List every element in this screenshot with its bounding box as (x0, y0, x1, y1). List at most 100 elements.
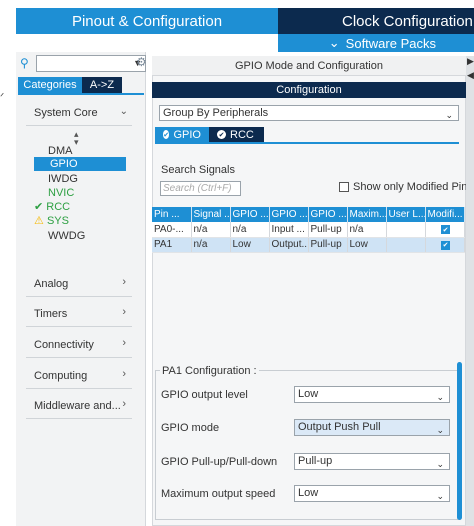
chevron-down-icon: ⌄ (445, 110, 453, 120)
category-label: Timers (34, 307, 68, 320)
group-by-value: Group By Peripherals (163, 107, 269, 119)
category-label: Computing (34, 369, 88, 382)
chevron-right-icon: › (122, 398, 126, 410)
gpio-pin-table: Pin ... Signal ... GPIO ... GPIO ... GPI… (152, 207, 465, 253)
category-label: Middleware and... (34, 399, 121, 412)
column-header-user-label[interactable]: User L... (386, 207, 426, 222)
config-scrollbar[interactable] (457, 362, 462, 520)
peripheral-search-row: ⚲ ▼ ⚙ (18, 55, 147, 73)
checkbox[interactable] (339, 182, 349, 192)
category-label: System Core (34, 106, 98, 119)
table-cell: Pull-up (308, 222, 348, 238)
table-cell: Input ... (269, 222, 309, 238)
tab-label: GPIO (173, 128, 201, 141)
peripheral-label: SYS (46, 215, 69, 227)
tab-a-to-z[interactable]: A->Z (82, 77, 122, 93)
peripheral-label: RCC (46, 201, 71, 213)
modified-checkbox[interactable]: ✔ (441, 240, 450, 250)
tab-pinout-configuration[interactable]: Pinout & Configuration (16, 8, 278, 34)
chevron-down-icon: ⌄ (436, 425, 444, 435)
column-header-signal[interactable]: Signal ... (191, 207, 231, 222)
table-cell: Low (230, 237, 270, 253)
column-header-max-speed[interactable]: Maxim... (347, 207, 387, 222)
modified-checkbox[interactable]: ✔ (441, 225, 450, 235)
peripheral-search-input[interactable]: ▼ (36, 55, 146, 72)
configuration-header: Configuration (152, 82, 466, 98)
tab-gpio[interactable]: ✔ GPIO (155, 127, 209, 142)
gpio-mode-select[interactable]: Output Push Pull ⌄ (294, 419, 450, 436)
column-header-modified[interactable]: Modifi... (425, 207, 465, 222)
chevron-down-icon: ⌄ (328, 35, 340, 50)
table-cell: ✔ (425, 237, 465, 253)
chevron-right-icon: › (122, 337, 126, 349)
search-icon[interactable]: ⚲ (20, 56, 29, 70)
chevron-down-icon: ⌄ (436, 459, 444, 469)
gpio-output-level-label: GPIO output level (161, 389, 248, 401)
column-header-gpio-pull[interactable]: GPIO ... (308, 207, 348, 222)
checkbox-label: Show only Modified Pins (353, 181, 473, 193)
table-row[interactable]: PA1 n/a Low Output... Pull-up Low ✔ (152, 237, 465, 253)
gear-icon[interactable]: ⚙ (136, 55, 147, 69)
software-packs-label: Software Packs (345, 35, 436, 51)
table-header-row: Pin ... Signal ... GPIO ... GPIO ... GPI… (152, 207, 465, 222)
chevron-down-icon: ⌄ (436, 392, 444, 402)
peripheral-item-sys[interactable]: ⚠ SYS (34, 214, 69, 228)
edge-mark: ᐟ (0, 92, 5, 103)
group-by-select[interactable]: Group By Peripherals ⌄ (159, 105, 459, 121)
select-value: Low (298, 487, 319, 499)
tab-label: RCC (230, 128, 254, 141)
select-value: Low (298, 388, 319, 400)
max-output-speed-label: Maximum output speed (161, 488, 276, 500)
subtab-underline (155, 142, 459, 144)
max-output-speed-select[interactable]: Low ⌄ (294, 485, 450, 502)
table-cell (386, 237, 426, 253)
chevron-right-icon: › (122, 306, 126, 318)
config-subtabs: ✔ GPIO ✔ RCC (155, 127, 264, 142)
expand-right-icon[interactable]: ▶ (467, 56, 474, 67)
table-cell: Pull-up (308, 237, 348, 253)
show-modified-checkbox[interactable]: Show only Modified Pins (339, 181, 473, 193)
category-connectivity[interactable]: Connectivity › (26, 332, 132, 358)
signal-search-input[interactable]: Search (Ctrl+F) (160, 181, 241, 196)
sort-icon[interactable]: ▴ ▾ (74, 130, 79, 147)
gpio-output-level-select[interactable]: Low ⌄ (294, 386, 450, 403)
peripheral-item-gpio[interactable]: GPIO (34, 157, 126, 171)
table-cell: n/a (191, 237, 231, 253)
category-analog[interactable]: Analog › (26, 271, 132, 297)
category-timers[interactable]: Timers › (26, 301, 132, 327)
table-cell: ✔ (425, 222, 465, 238)
category-label: Analog (34, 277, 69, 290)
peripheral-item-wwdg[interactable]: WWDG (48, 229, 85, 243)
panel-title: GPIO Mode and Configuration (152, 56, 466, 76)
check-circle-icon: ✔ (217, 130, 226, 139)
table-cell: PA1 (152, 237, 192, 253)
tab-clock-configuration[interactable]: Clock Configuration (278, 8, 474, 34)
chevron-down-icon: ⌄ (436, 491, 444, 501)
checkmark-icon: ✔ (34, 201, 44, 213)
column-header-gpio-output-level[interactable]: GPIO ... (230, 207, 270, 222)
collapse-left-icon[interactable]: ◀ (467, 70, 474, 81)
table-cell: Low (347, 237, 387, 253)
chevron-right-icon: › (122, 276, 126, 288)
peripheral-item-nvic[interactable]: NVIC (48, 186, 74, 200)
pa1-configuration-title: PA1 Configuration : (160, 365, 259, 377)
tab-rcc[interactable]: ✔ RCC (209, 127, 264, 142)
table-cell: PA0-... (152, 222, 192, 238)
table-cell (386, 222, 426, 238)
peripheral-item-iwdg[interactable]: IWDG (48, 172, 78, 186)
table-row[interactable]: PA0-... n/a n/a Input ... Pull-up n/a ✔ (152, 222, 465, 238)
peripheral-item-dma[interactable]: DMA (48, 144, 72, 158)
warning-icon: ⚠ (34, 215, 44, 227)
table-cell: n/a (191, 222, 231, 238)
column-header-gpio-mode[interactable]: GPIO ... (269, 207, 309, 222)
peripheral-item-rcc[interactable]: ✔ RCC (34, 200, 70, 214)
gpio-pull-label: GPIO Pull-up/Pull-down (161, 456, 278, 468)
tab-categories[interactable]: Categories (18, 77, 82, 93)
select-value: Pull-up (298, 455, 333, 467)
column-header-pin[interactable]: Pin ... (152, 207, 192, 222)
category-computing[interactable]: Computing › (26, 363, 132, 389)
category-system-core[interactable]: System Core ⌄ (26, 100, 132, 126)
category-middleware[interactable]: Middleware and... › (26, 393, 132, 419)
gpio-pull-select[interactable]: Pull-up ⌄ (294, 453, 450, 470)
software-packs-menu[interactable]: ⌄ Software Packs (278, 34, 474, 52)
